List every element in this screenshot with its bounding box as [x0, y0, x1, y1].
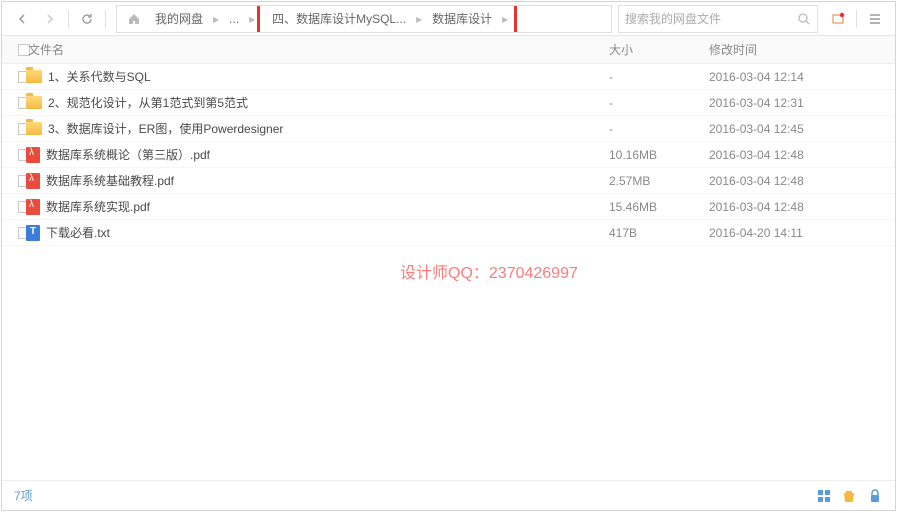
file-row[interactable]: 数据库系统实现.pdf 15.46MB2016-03-04 12:48 [2, 194, 895, 220]
txt-icon [26, 225, 40, 241]
refresh-button[interactable] [73, 6, 101, 32]
file-row[interactable]: 数据库系统基础教程.pdf 2.57MB2016-03-04 12:48 [2, 168, 895, 194]
breadcrumb-ellipsis[interactable]: ... [221, 6, 247, 32]
file-size: 2.57MB [609, 174, 709, 188]
file-time: 2016-03-04 12:31 [709, 96, 895, 110]
file-name[interactable]: 数据库系统实现.pdf [24, 198, 609, 215]
file-time: 2016-04-20 14:11 [709, 226, 895, 240]
breadcrumb-bar: 我的网盘 ▸ ... ▸ 四、数据库设计MySQL... ▸ 数据库设计 ▸ [116, 5, 612, 33]
folder-icon [26, 70, 42, 83]
chevron-right-icon: ▸ [247, 12, 257, 26]
file-name[interactable]: 3、数据库设计，ER图，使用Powerdesigner [24, 120, 609, 137]
pdf-icon [26, 173, 40, 189]
chevron-right-icon: ▸ [211, 12, 221, 26]
file-time: 2016-03-04 12:14 [709, 70, 895, 84]
file-time: 2016-03-04 12:45 [709, 122, 895, 136]
file-row[interactable]: 数据库系统概论（第三版）.pdf 10.16MB2016-03-04 12:48 [2, 142, 895, 168]
file-time: 2016-03-04 12:48 [709, 200, 895, 214]
file-name[interactable]: 2、规范化设计，从第1范式到第5范式 [24, 94, 609, 111]
lock-icon[interactable] [867, 488, 883, 504]
item-count: 7项 [14, 487, 33, 504]
file-time: 2016-03-04 12:48 [709, 148, 895, 162]
file-size: 417B [609, 226, 709, 240]
toolbar: 我的网盘 ▸ ... ▸ 四、数据库设计MySQL... ▸ 数据库设计 ▸ [2, 2, 895, 36]
file-size: - [609, 70, 709, 84]
file-size: - [609, 96, 709, 110]
recycle-bin-icon[interactable] [841, 488, 857, 504]
file-name[interactable]: 数据库系统基础教程.pdf [24, 172, 609, 189]
menu-button[interactable] [861, 6, 889, 32]
breadcrumb-highlight: 四、数据库设计MySQL... ▸ 数据库设计 ▸ [257, 5, 517, 33]
chevron-right-icon: ▸ [414, 12, 424, 26]
folder-icon [26, 122, 42, 135]
file-list: 1、关系代数与SQL-2016-03-04 12:142、规范化设计，从第1范式… [2, 64, 895, 480]
chevron-right-icon: ▸ [500, 12, 510, 26]
column-time-header[interactable]: 修改时间 [709, 41, 895, 58]
file-size: 10.16MB [609, 148, 709, 162]
file-name-label: 1、关系代数与SQL [48, 68, 151, 85]
breadcrumb-root[interactable]: 我的网盘 [147, 6, 211, 32]
file-row[interactable]: 3、数据库设计，ER图，使用Powerdesigner -2016-03-04 1… [2, 116, 895, 142]
nav-forward-button[interactable] [36, 6, 64, 32]
transfer-button[interactable] [824, 6, 852, 32]
file-name-label: 下载必看.txt [46, 224, 110, 241]
file-row[interactable]: 2、规范化设计，从第1范式到第5范式 -2016-03-04 12:31 [2, 90, 895, 116]
file-row[interactable]: 下载必看.txt 417B2016-04-20 14:11 [2, 220, 895, 246]
file-time: 2016-03-04 12:48 [709, 174, 895, 188]
file-name-label: 3、数据库设计，ER图，使用Powerdesigner [48, 120, 283, 137]
pdf-icon [26, 147, 40, 163]
file-name[interactable]: 数据库系统概论（第三版）.pdf [24, 146, 609, 163]
file-name-label: 数据库系统实现.pdf [46, 198, 150, 215]
file-row[interactable]: 1、关系代数与SQL -2016-03-04 12:14 [2, 64, 895, 90]
file-name-label: 数据库系统概论（第三版）.pdf [46, 146, 210, 163]
search-icon[interactable] [797, 12, 811, 26]
file-name[interactable]: 1、关系代数与SQL [24, 68, 609, 85]
breadcrumb-current[interactable]: 数据库设计 [424, 5, 500, 33]
search-input[interactable] [625, 12, 797, 26]
file-name-label: 2、规范化设计，从第1范式到第5范式 [48, 94, 248, 111]
file-name[interactable]: 下载必看.txt [24, 224, 609, 241]
pdf-icon [26, 199, 40, 215]
grid-view-icon[interactable] [817, 489, 831, 503]
file-size: - [609, 122, 709, 136]
column-name-header[interactable]: 文件名 [24, 41, 609, 58]
folder-icon [26, 96, 42, 109]
nav-back-button[interactable] [8, 6, 36, 32]
file-size: 15.46MB [609, 200, 709, 214]
status-bar: 7项 [2, 480, 895, 510]
breadcrumb-mid[interactable]: 四、数据库设计MySQL... [264, 5, 414, 33]
column-size-header[interactable]: 大小 [609, 41, 709, 58]
search-box[interactable] [618, 5, 818, 33]
file-name-label: 数据库系统基础教程.pdf [46, 172, 174, 189]
column-header-row: 文件名 大小 修改时间 [2, 36, 895, 64]
home-icon[interactable] [121, 12, 147, 26]
